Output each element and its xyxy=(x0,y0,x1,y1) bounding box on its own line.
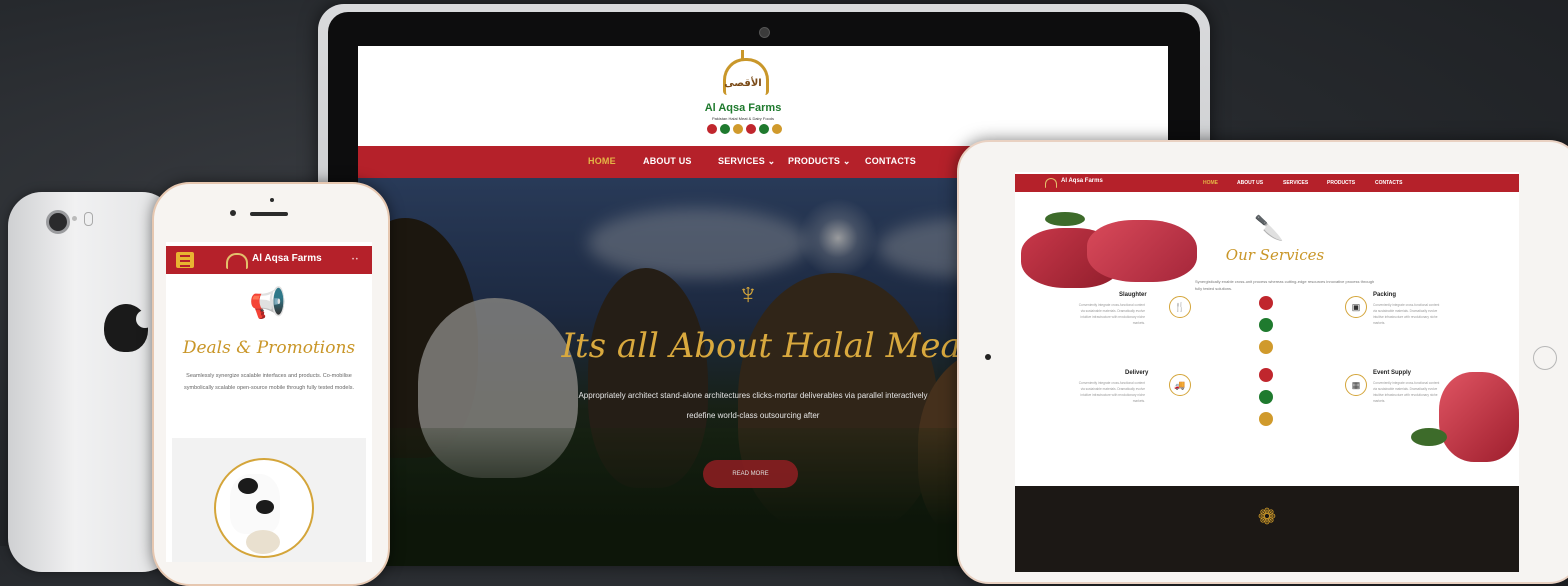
device-mockup-scene: الأقصى Al Aqsa Farms Pakistan Halal Meat… xyxy=(0,0,1568,586)
service-title-delivery: Delivery xyxy=(1125,370,1149,376)
nav-services[interactable]: SERVICES ⌄ xyxy=(718,156,775,167)
phone-screen: Al Aqsa Farms • • 📢 Deals & Promotions S… xyxy=(166,242,372,562)
herb-garnish xyxy=(1045,212,1085,226)
mobile-brand: Al Aqsa Farms xyxy=(252,253,322,264)
category-icon xyxy=(1259,368,1273,382)
tablet-home-button[interactable] xyxy=(1533,346,1557,370)
services-intro: Synergistically enable cross-unit proces… xyxy=(1195,279,1375,291)
nav-about-us[interactable]: ABOUT US xyxy=(643,156,692,166)
badge-icon xyxy=(732,124,743,134)
service-text: Conveniently integrate cross-functional … xyxy=(1373,303,1440,325)
mobile-header: Al Aqsa Farms • • xyxy=(166,246,372,274)
category-icon xyxy=(1259,340,1273,354)
calendar-icon: ▦ xyxy=(1345,374,1367,396)
meat-image xyxy=(1439,372,1519,462)
logo-tagline: Pakistan Halal Meat & Dairy Foods xyxy=(711,116,775,121)
camera-flash xyxy=(72,216,77,221)
badge-icon xyxy=(706,124,717,134)
camera-lens xyxy=(46,210,70,234)
nav-products[interactable]: PRODUCTS xyxy=(1327,180,1355,186)
nav-home[interactable]: HOME xyxy=(588,156,616,166)
badge-icon xyxy=(771,124,782,134)
category-icon xyxy=(1259,412,1273,426)
nav-home[interactable]: HOME xyxy=(1203,180,1218,186)
badge-icon xyxy=(758,124,769,134)
services-title: Our Services xyxy=(1225,246,1325,264)
nav-contacts[interactable]: CONTACTS xyxy=(865,156,916,166)
logo-badges xyxy=(704,124,784,136)
cow-spot xyxy=(256,500,274,514)
phone-device: Al Aqsa Farms • • 📢 Deals & Promotions S… xyxy=(152,182,390,586)
service-title-event-supply: Event Supply xyxy=(1373,370,1412,376)
service-text: Conveniently integrate cross-functional … xyxy=(1373,381,1440,403)
truck-icon: 🚚 xyxy=(1169,374,1191,396)
service-text: Conveniently integrate cross-functional … xyxy=(1078,303,1145,325)
tablet-brand[interactable]: Al Aqsa Farms xyxy=(1061,178,1103,184)
category-icon xyxy=(1259,318,1273,332)
nav-about-us[interactable]: ABOUT US xyxy=(1237,180,1263,186)
box-icon: ▣ xyxy=(1345,296,1367,318)
phone-back-device xyxy=(8,192,176,572)
hamburger-menu-icon[interactable] xyxy=(176,252,194,268)
hero-title: Its all About Halal Meat xyxy=(561,326,975,366)
megaphone-icon: 📢 xyxy=(249,287,287,320)
more-icon[interactable]: • • xyxy=(352,257,360,263)
tablet-camera xyxy=(985,354,991,360)
chevron-down-icon: ⌄ xyxy=(767,156,776,166)
ornament-icon: ❁ xyxy=(1257,504,1277,529)
tablet-device: Al Aqsa Farms HOME ABOUT US SERVICES PRO… xyxy=(957,140,1568,584)
knife-icon: 🍴 xyxy=(1169,296,1191,318)
site-header: الأقصى Al Aqsa Farms Pakistan Halal Meat… xyxy=(358,46,1168,146)
deals-text: Seamlessly synergize scalable interfaces… xyxy=(184,373,354,391)
nav-services-label: SERVICES xyxy=(718,156,765,166)
cow-image xyxy=(214,458,314,558)
deals-title: Deals & Promotions xyxy=(182,338,356,358)
logo-arabic-text: الأقصى xyxy=(724,78,762,89)
hero-text: Appropriately architect stand-alone arch… xyxy=(578,391,928,420)
phone-front-camera xyxy=(270,198,274,202)
dome-icon xyxy=(723,58,769,95)
site-logo[interactable]: الأقصى Al Aqsa Farms Pakistan Halal Meat… xyxy=(698,50,788,142)
tablet-screen: Al Aqsa Farms HOME ABOUT US SERVICES PRO… xyxy=(1015,172,1519,572)
service-text: Conveniently integrate cross-functional … xyxy=(1078,381,1145,403)
microphone xyxy=(84,212,93,226)
tablet-nav: Al Aqsa Farms HOME ABOUT US SERVICES PRO… xyxy=(1015,174,1519,192)
dome-icon xyxy=(1045,178,1057,188)
nav-products[interactable]: PRODUCTS ⌄ xyxy=(788,156,851,167)
badge-icon xyxy=(745,124,756,134)
category-icon xyxy=(1259,390,1273,404)
category-icon xyxy=(1259,296,1273,310)
chevron-down-icon: ⌄ xyxy=(842,156,851,166)
service-title-packing: Packing xyxy=(1373,292,1397,298)
goat-emblem-icon: ♆ xyxy=(736,278,760,311)
cleaver-icon: 🔪 xyxy=(1254,215,1284,242)
service-title-slaughter: Slaughter xyxy=(1119,292,1147,298)
nav-contacts[interactable]: CONTACTS xyxy=(1375,180,1402,186)
mobile-logo[interactable]: Al Aqsa Farms xyxy=(226,253,346,269)
cow-spot xyxy=(238,478,258,494)
logo-name: Al Aqsa Farms xyxy=(704,102,782,114)
phone-speaker xyxy=(250,212,288,216)
laptop-camera xyxy=(759,27,770,38)
badge-icon xyxy=(719,124,730,134)
nav-products-label: PRODUCTS xyxy=(788,156,841,166)
nav-services[interactable]: SERVICES xyxy=(1283,180,1308,186)
dome-icon xyxy=(226,253,248,269)
goat-kid xyxy=(246,530,280,554)
phone-sensor xyxy=(230,210,236,216)
meat-image xyxy=(1087,220,1197,282)
herb-garnish xyxy=(1411,428,1447,446)
read-more-button[interactable]: READ MORE xyxy=(703,460,798,488)
